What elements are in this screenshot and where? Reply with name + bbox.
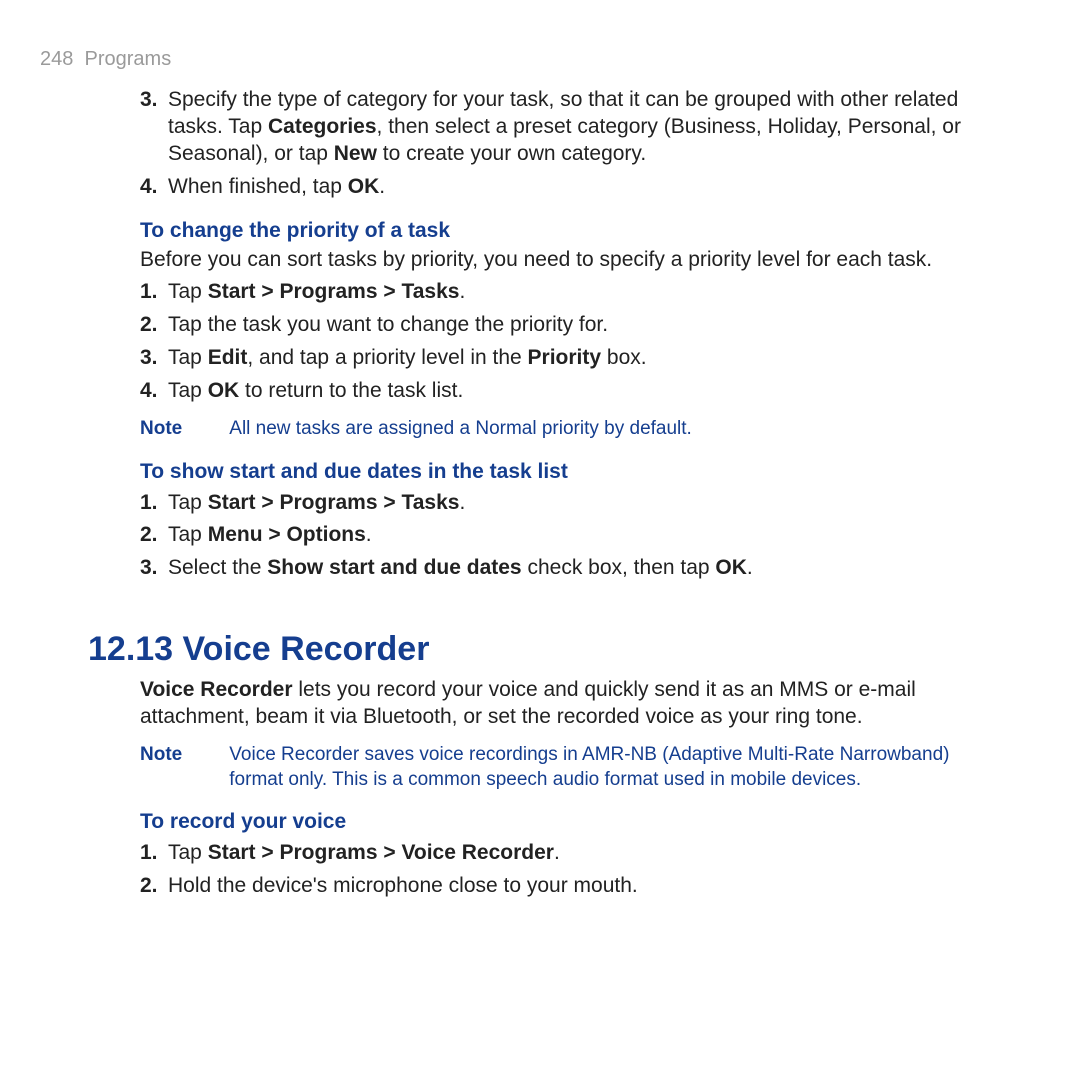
manual-page: 248 Programs 3. Specify the type of cate… — [0, 0, 1080, 946]
voice-intro: Voice Recorder lets you record your voic… — [140, 677, 988, 731]
priority-steps: 1. Tap Start > Programs > Tasks. 2. Tap … — [140, 279, 988, 405]
voice-block: Voice Recorder lets you record your voic… — [140, 677, 988, 900]
list-item: 2. Hold the device's microphone close to… — [140, 873, 988, 900]
page-number: 248 — [40, 48, 73, 70]
note-body: All new tasks are assigned a Normal prio… — [229, 417, 983, 442]
chapter-name: Programs — [85, 48, 172, 70]
dates-steps: 1. Tap Start > Programs > Tasks. 2. Tap … — [140, 490, 988, 583]
list-item: 2. Tap Menu > Options. — [140, 522, 988, 549]
subheading-priority: To change the priority of a task — [140, 219, 988, 243]
list-item: 3. Tap Edit, and tap a priority level in… — [140, 345, 988, 372]
note-priority: Note All new tasks are assigned a Normal… — [140, 417, 988, 442]
body-text: When finished, tap OK. — [168, 175, 385, 198]
list-item: 4. Tap OK to return to the task list. — [140, 378, 988, 405]
content-block: 3. Specify the type of category for your… — [140, 87, 988, 582]
body-text: Specify the type of category for your ta… — [168, 88, 961, 165]
item-number: 3. — [140, 87, 158, 114]
note-voice: Note Voice Recorder saves voice recordin… — [140, 743, 988, 792]
subheading-record: To record your voice — [140, 810, 988, 834]
list-item: 1. Tap Start > Programs > Tasks. — [140, 279, 988, 306]
list-item: 2. Tap the task you want to change the p… — [140, 312, 988, 339]
item-number: 4. — [140, 174, 158, 201]
top-list-continuation: 3. Specify the type of category for your… — [140, 87, 988, 201]
list-item: 4. When finished, tap OK. — [140, 174, 988, 201]
note-label: Note — [140, 417, 224, 442]
note-body: Voice Recorder saves voice recordings in… — [229, 743, 983, 792]
list-item: 1. Tap Start > Programs > Voice Recorder… — [140, 840, 988, 867]
section-heading-voice-recorder: 12.13 Voice Recorder — [88, 630, 988, 669]
note-label: Note — [140, 743, 224, 768]
list-item: 1. Tap Start > Programs > Tasks. — [140, 490, 988, 517]
running-header: 248 Programs — [40, 48, 988, 71]
intro-text: Before you can sort tasks by priority, y… — [140, 247, 988, 274]
list-item: 3. Select the Show start and due dates c… — [140, 555, 988, 582]
subheading-dates: To show start and due dates in the task … — [140, 460, 988, 484]
record-steps: 1. Tap Start > Programs > Voice Recorder… — [140, 840, 988, 900]
list-item: 3. Specify the type of category for your… — [140, 87, 988, 168]
